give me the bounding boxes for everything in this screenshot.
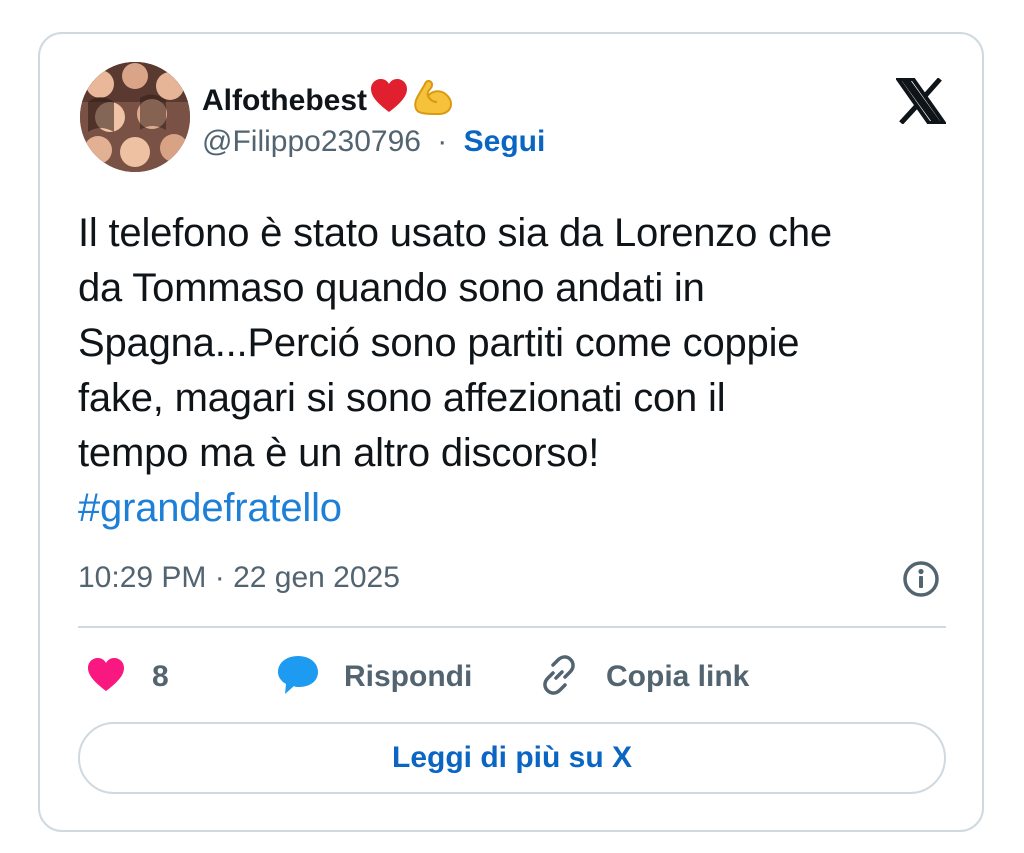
divider — [78, 626, 946, 628]
reply-button[interactable]: Rispondi — [276, 652, 472, 702]
x-logo-icon[interactable] — [894, 77, 948, 125]
reply-label: Rispondi — [344, 660, 473, 693]
heart-icon — [86, 657, 126, 698]
copy-link-label: Copia link — [606, 660, 750, 693]
action-bar: 8 Rispondi Copia link — [78, 652, 946, 702]
speech-bubble-icon — [276, 654, 320, 701]
tweet-text-line: da Tommaso quando sono andati in — [78, 266, 705, 310]
tweet-embed-card: Alfothebest @Filippo230796 · Segui Il te… — [38, 32, 984, 832]
tweet-text: Il telefono è stato usato sia da Lorenzo… — [78, 206, 958, 536]
author-handle-row: @Filippo230796 · Segui — [202, 124, 545, 160]
info-icon[interactable] — [902, 560, 940, 598]
link-icon — [538, 654, 580, 701]
author-name-text: Alfothebest — [202, 83, 367, 117]
tweet-text-line: fake, magari si sono affezionati con il — [78, 376, 726, 420]
read-more-button[interactable]: Leggi di più su X — [78, 722, 946, 794]
like-count: 8 — [152, 660, 169, 693]
avatar[interactable] — [80, 62, 190, 172]
like-button[interactable]: 8 — [86, 652, 169, 702]
author-display-name[interactable]: Alfothebest — [202, 76, 455, 125]
tweet-timestamp[interactable]: 10:29 PM · 22 gen 2025 — [78, 560, 400, 596]
flexed-biceps-icon — [411, 76, 455, 125]
follow-link[interactable]: Segui — [464, 125, 546, 158]
handle-separator: · — [437, 125, 448, 158]
tweet-text-line: tempo ma è un altro discorso! — [78, 431, 600, 475]
red-heart-icon — [369, 78, 409, 123]
tweet-text-line: Spagna...Perció sono partiti come coppie — [78, 321, 800, 365]
copy-link-button[interactable]: Copia link — [538, 652, 749, 702]
tweet-text-line: Il telefono è stato usato sia da Lorenzo… — [78, 211, 832, 255]
hashtag-link[interactable]: #grandefratello — [78, 481, 958, 536]
author-handle[interactable]: @Filippo230796 — [202, 125, 421, 158]
